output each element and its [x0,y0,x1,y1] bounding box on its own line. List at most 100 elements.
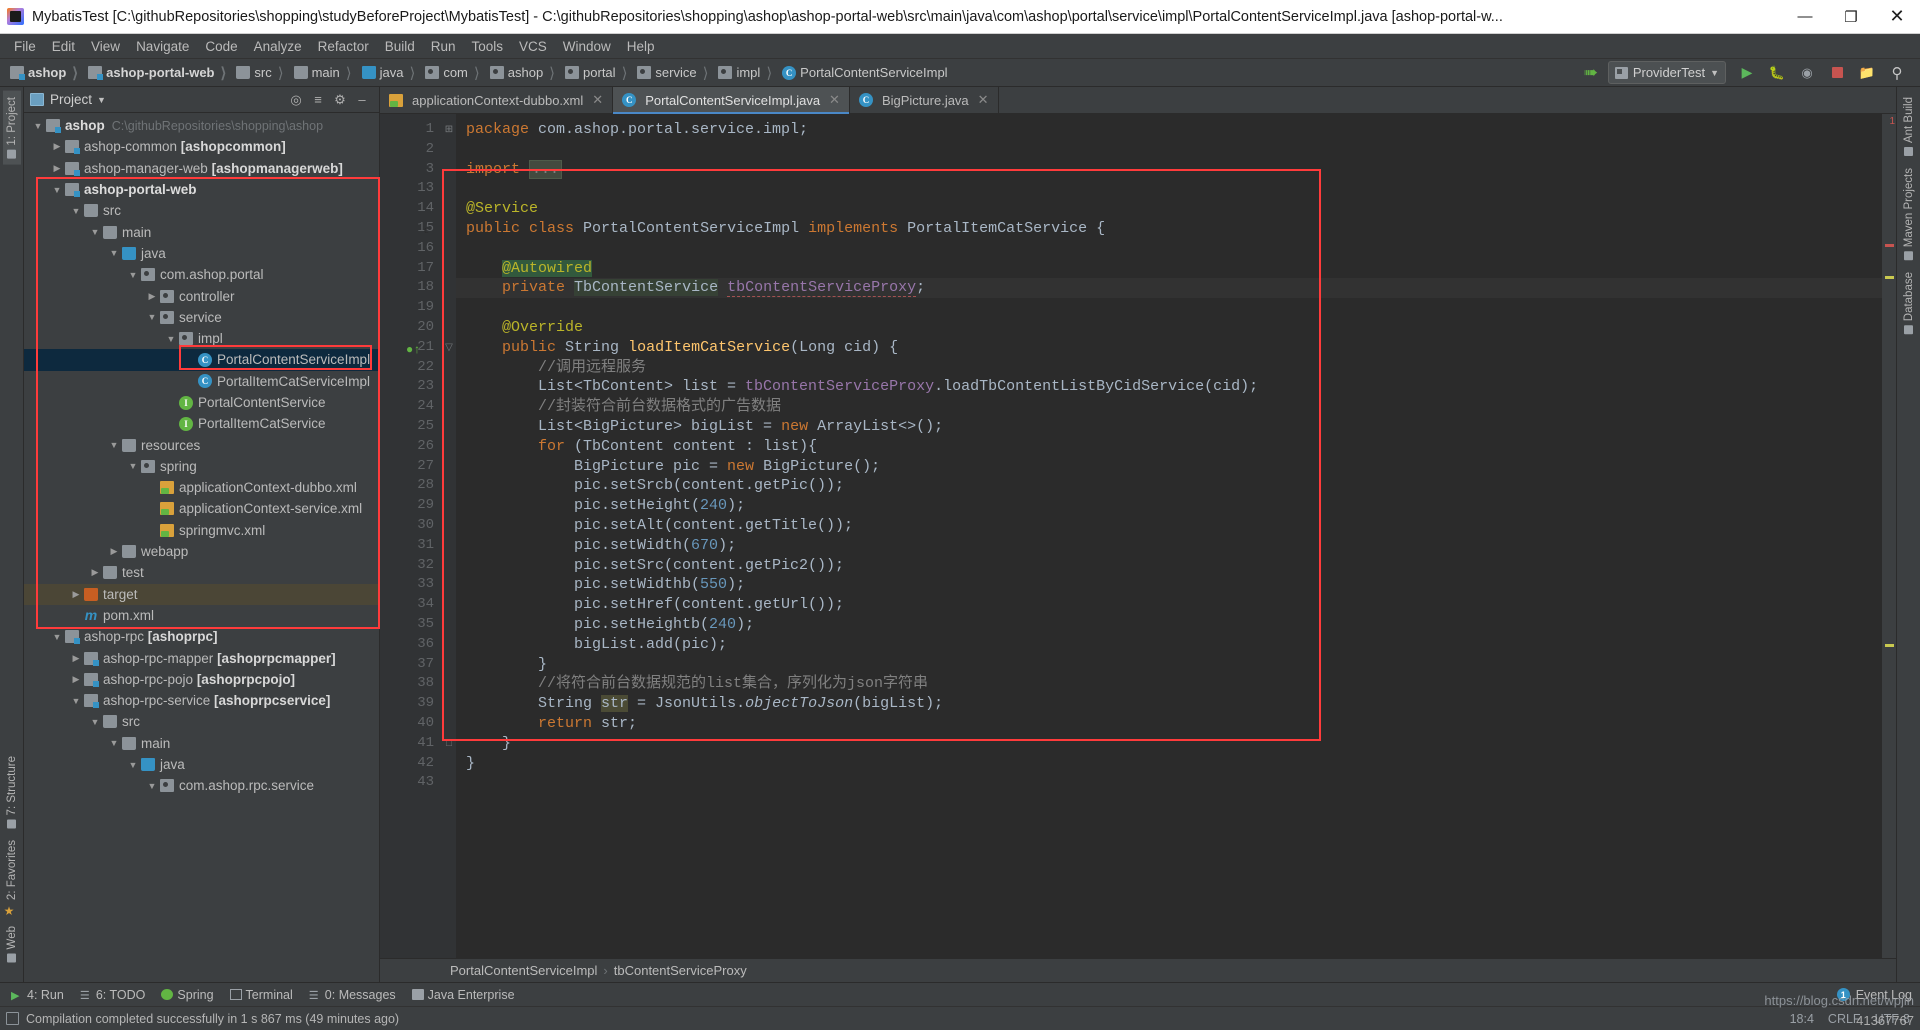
run-coverage-icon[interactable]: ◉ [1794,61,1820,85]
tree-toggle-icon[interactable]: ▶ [68,674,84,685]
run-icon[interactable]: ▶ [1734,61,1760,85]
close-icon[interactable]: ✕ [978,92,989,108]
tab-bigpicture-java[interactable]: C BigPicture.java ✕ [849,87,999,113]
menu-help[interactable]: Help [619,36,663,57]
tree-toggle-icon[interactable]: ▼ [125,461,141,471]
fold-marker-method[interactable]: ▽ [442,338,456,358]
tool-button-structure[interactable]: 7: Structure [3,750,21,834]
tool-button-java-enterprise[interactable]: Java Enterprise [405,986,522,1004]
tree-item-pom-xml[interactable]: m pom.xml [24,605,379,626]
breadcrumb-item-com[interactable]: com ⟩ [423,62,487,84]
tree-item-ashop-rpc[interactable]: ▼ ashop-rpc [ashoprpc] [24,626,379,647]
fold-marker-end[interactable]: □ [442,734,456,754]
tree-item-impl[interactable]: ▼ impl [24,328,379,349]
tree-toggle-icon[interactable]: ▼ [144,312,160,322]
collapsed-imports[interactable]: ... [529,159,563,179]
target-icon[interactable]: ◎ [285,89,307,111]
tree-item-com-ashop-portal[interactable]: ▼ com.ashop.portal [24,264,379,285]
editor-marker-bar[interactable]: 1 [1882,114,1896,958]
tree-item-portalcontentserviceimpl[interactable]: C PortalContentServiceImpl [24,349,379,371]
tree-item-target[interactable]: ▶ target [24,583,379,605]
menu-navigate[interactable]: Navigate [128,36,197,57]
menu-vcs[interactable]: VCS [511,36,555,57]
warning-marker[interactable] [1885,276,1894,279]
tool-button-messages[interactable]: ☰ 0: Messages [302,986,403,1004]
tree-toggle-icon[interactable]: ▼ [144,781,160,791]
tool-button-spring[interactable]: Spring [154,986,220,1004]
menu-build[interactable]: Build [377,36,423,57]
tree-item-ashop-rpc-service[interactable]: ▼ ashop-rpc-service [ashoprpcservice] [24,690,379,711]
tree-item-src[interactable]: ▼ src [24,200,379,221]
tree-toggle-icon[interactable]: ▼ [163,334,179,344]
tree-toggle-icon[interactable]: ▼ [125,760,141,770]
tree-toggle-icon[interactable]: ▼ [30,121,46,131]
tree-item-portalitemcatserviceimpl[interactable]: C PortalItemCatServiceImpl [24,371,379,392]
menu-refactor[interactable]: Refactor [310,36,377,57]
tree-toggle-icon[interactable]: ▼ [87,227,103,237]
menu-analyze[interactable]: Analyze [246,36,310,57]
breadcrumb-item-java[interactable]: java ⟩ [360,62,424,84]
warning-marker[interactable] [1885,644,1894,647]
tree-toggle-icon[interactable]: ▼ [106,248,122,258]
update-project-icon[interactable]: ➠ [1578,61,1604,85]
hide-icon[interactable]: – [351,89,373,111]
tree-item-ashop[interactable]: ▼ ashop C:\githubRepositories\shopping\ash… [24,115,379,136]
collapse-all-icon[interactable]: ≡ [307,89,329,111]
tree-item-controller[interactable]: ▶ controller [24,285,379,306]
menu-edit[interactable]: Edit [44,36,83,57]
maximize-button[interactable]: ❐ [1828,0,1874,34]
error-marker[interactable] [1885,244,1894,247]
project-structure-icon[interactable]: 📁 [1854,61,1880,85]
tree-item-applicationcontext-dubbo-xml[interactable]: applicationContext-dubbo.xml [24,477,379,498]
settings-icon[interactable]: ⚙ [329,89,351,111]
breadcrumb-item-impl[interactable]: impl ⟩ [716,62,780,84]
spring-bean-gutter-icon[interactable] [406,222,420,236]
tool-button-todo[interactable]: ☰ 6: TODO [73,986,153,1004]
menu-view[interactable]: View [83,36,128,57]
tree-toggle-icon[interactable]: ▶ [144,291,160,302]
tree-toggle-icon[interactable]: ▶ [49,141,65,152]
tree-item-webapp[interactable]: ▶ webapp [24,541,379,562]
tree-item-ashop-rpc-mapper[interactable]: ▶ ashop-rpc-mapper [ashoprpcmapper] [24,647,379,668]
tab-portalcontentserviceimpl-java[interactable]: C PortalContentServiceImpl.java ✕ [613,87,850,114]
tree-toggle-icon[interactable]: ▶ [49,163,65,174]
tree-toggle-icon[interactable]: ▼ [106,440,122,450]
menu-file[interactable]: File [6,36,44,57]
tree-item-com-ashop-rpc-service[interactable]: ▼ com.ashop.rpc.service [24,775,379,796]
status-info-icon[interactable] [6,1012,19,1025]
tree-item-springmvc-xml[interactable]: springmvc.xml [24,520,379,541]
tree-item-src[interactable]: ▼ src [24,711,379,732]
search-everywhere-icon[interactable]: ⚲ [1884,61,1910,85]
chevron-down-icon[interactable]: ▼ [97,95,106,105]
fold-marker[interactable]: ⊞ [442,120,456,140]
minimize-button[interactable]: — [1782,0,1828,34]
tool-button-favorites[interactable]: ★ 2: Favorites [2,834,21,919]
tree-item-applicationcontext-service-xml[interactable]: applicationContext-service.xml [24,498,379,519]
close-icon[interactable]: ✕ [829,92,840,108]
tool-button-web[interactable]: Web [3,920,21,968]
tree-toggle-icon[interactable]: ▼ [68,696,84,706]
tree-toggle-icon[interactable]: ▶ [106,546,122,557]
tree-toggle-icon[interactable]: ▼ [125,270,141,280]
breadcrumb-class[interactable]: PortalContentServiceImpl [450,963,597,978]
menu-window[interactable]: Window [555,36,619,57]
tool-button-database[interactable]: Database [1900,266,1918,340]
tree-item-ashop-rpc-pojo[interactable]: ▶ ashop-rpc-pojo [ashoprpcpojo] [24,669,379,690]
tree-toggle-icon[interactable]: ▼ [106,738,122,748]
tree-item-portalcontentservice[interactable]: I PortalContentService [24,392,379,413]
tree-item-ashop-common[interactable]: ▶ ashop-common [ashopcommon] [24,136,379,157]
tree-item-main[interactable]: ▼ main [24,221,379,242]
tree-toggle-icon[interactable]: ▼ [87,717,103,727]
breadcrumb-item-ashop-portal-web[interactable]: ashop-portal-web ⟩ [86,62,234,84]
tree-item-resources[interactable]: ▼ resources [24,434,379,455]
tree-item-ashop-portal-web[interactable]: ▼ ashop-portal-web [24,179,379,200]
close-button[interactable]: ✕ [1874,0,1920,34]
tree-toggle-icon[interactable]: ▼ [49,185,65,195]
menu-run[interactable]: Run [423,36,464,57]
tool-button-ant-build[interactable]: Ant Build [1900,91,1918,162]
caret-position[interactable]: 18:4 [1790,1012,1814,1026]
tree-item-main[interactable]: ▼ main [24,733,379,754]
breadcrumb-item-service[interactable]: service ⟩ [635,62,716,84]
run-configuration-selector[interactable]: ProviderTest ▼ [1607,61,1726,84]
tree-toggle-icon[interactable]: ▼ [68,206,84,216]
